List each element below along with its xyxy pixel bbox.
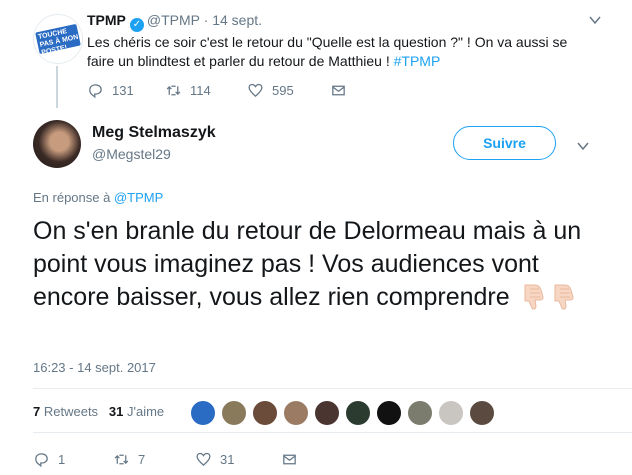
retweet-action[interactable]: 7 (113, 451, 145, 468)
liker-avatar[interactable] (221, 400, 247, 426)
tweet-text: On s'en branle du retour de Delormeau ma… (33, 215, 613, 314)
thread-line (56, 66, 58, 108)
retweet-count: 114 (190, 83, 211, 98)
author-name[interactable]: Meg Stelmaszyk (92, 124, 216, 142)
follow-button[interactable]: Suivre (453, 126, 556, 160)
liker-avatar[interactable] (314, 400, 340, 426)
likes-stat-label: J'aime (127, 404, 165, 419)
liker-avatar[interactable] (345, 400, 371, 426)
like-count: 31 (220, 452, 235, 467)
hashtag-link[interactable]: #TPMP (394, 53, 441, 69)
liker-avatar[interactable] (407, 400, 433, 426)
parent-header: TPMP ✓ @TPMP · 14 sept. (87, 12, 262, 32)
parent-author-handle[interactable]: @TPMP (147, 12, 200, 28)
like-count: 595 (272, 83, 294, 98)
parent-author-name[interactable]: TPMP (87, 12, 126, 28)
liker-avatar[interactable] (376, 400, 402, 426)
heart-icon (248, 83, 263, 98)
likes-stat-count: 31 (108, 404, 124, 419)
message-action[interactable] (330, 82, 347, 99)
tpmp-logo-text: TOUCHE PAS À MON POSTE! (37, 28, 79, 57)
tweet-body: On s'en branle du retour de Delormeau ma… (33, 217, 582, 311)
liker-avatar[interactable] (438, 400, 464, 426)
retweets-stat[interactable]: 7 Retweets (33, 404, 98, 419)
reply-count: 1 (58, 452, 66, 467)
retweet-icon (166, 85, 181, 96)
envelope-icon (283, 454, 296, 465)
thumbs-down-icon (554, 284, 574, 310)
reply-prefix: En réponse à (33, 190, 114, 205)
liker-avatar[interactable] (283, 400, 309, 426)
retweet-action[interactable]: 114 (165, 82, 211, 99)
like-action[interactable]: 31 (195, 451, 234, 468)
retweet-icon (114, 454, 129, 465)
divider (33, 432, 632, 433)
retweet-count: 7 (138, 452, 146, 467)
verified-badge-icon: ✓ (129, 18, 144, 32)
likes-stat[interactable]: 31 J'aime (109, 404, 164, 419)
thumbs-down-icon (524, 284, 544, 310)
reply-count: 131 (112, 83, 134, 98)
liker-avatar[interactable] (252, 400, 278, 426)
author-handle[interactable]: @Megstel29 (92, 146, 171, 162)
retweets-stat-label: Retweets (43, 404, 99, 419)
tweet-timestamp[interactable]: 16:23 - 14 sept. 2017 (33, 360, 156, 375)
likers-avatars (190, 400, 495, 426)
tpmp-logo: TOUCHE PAS À MON POSTE! (35, 23, 81, 57)
liker-avatar[interactable] (190, 400, 216, 426)
message-action[interactable] (281, 451, 298, 468)
parent-date[interactable]: 14 sept. (212, 12, 262, 28)
author-avatar[interactable] (33, 120, 81, 168)
heart-icon (196, 452, 211, 467)
like-action[interactable]: 595 (247, 82, 294, 99)
reply-icon (89, 84, 102, 99)
chevron-down-icon[interactable] (576, 139, 590, 153)
tpmp-avatar[interactable]: TOUCHE PAS À MON POSTE! (33, 14, 83, 64)
retweets-stat-count: 7 (33, 404, 41, 419)
reply-icon (35, 453, 48, 468)
parent-separator: · (203, 12, 209, 28)
engagement-stats: 7 Retweets 31 J'aime (33, 404, 164, 419)
reply-action[interactable]: 131 (87, 82, 134, 99)
chevron-down-icon[interactable] (588, 13, 602, 27)
parent-tweet[interactable]: TOUCHE PAS À MON POSTE! TPMP ✓ @TPMP · 14 … (0, 0, 632, 110)
envelope-icon (332, 85, 345, 96)
divider (33, 388, 632, 389)
parent-text-body: Les chéris ce soir c'est le retour du "Q… (87, 34, 568, 69)
parent-tweet-text: Les chéris ce soir c'est le retour du "Q… (87, 33, 587, 71)
reply-handle-link[interactable]: @TPMP (114, 190, 163, 205)
liker-avatar[interactable] (469, 400, 495, 426)
reply-context: En réponse à @TPMP (33, 190, 163, 205)
reply-action[interactable]: 1 (33, 451, 65, 468)
